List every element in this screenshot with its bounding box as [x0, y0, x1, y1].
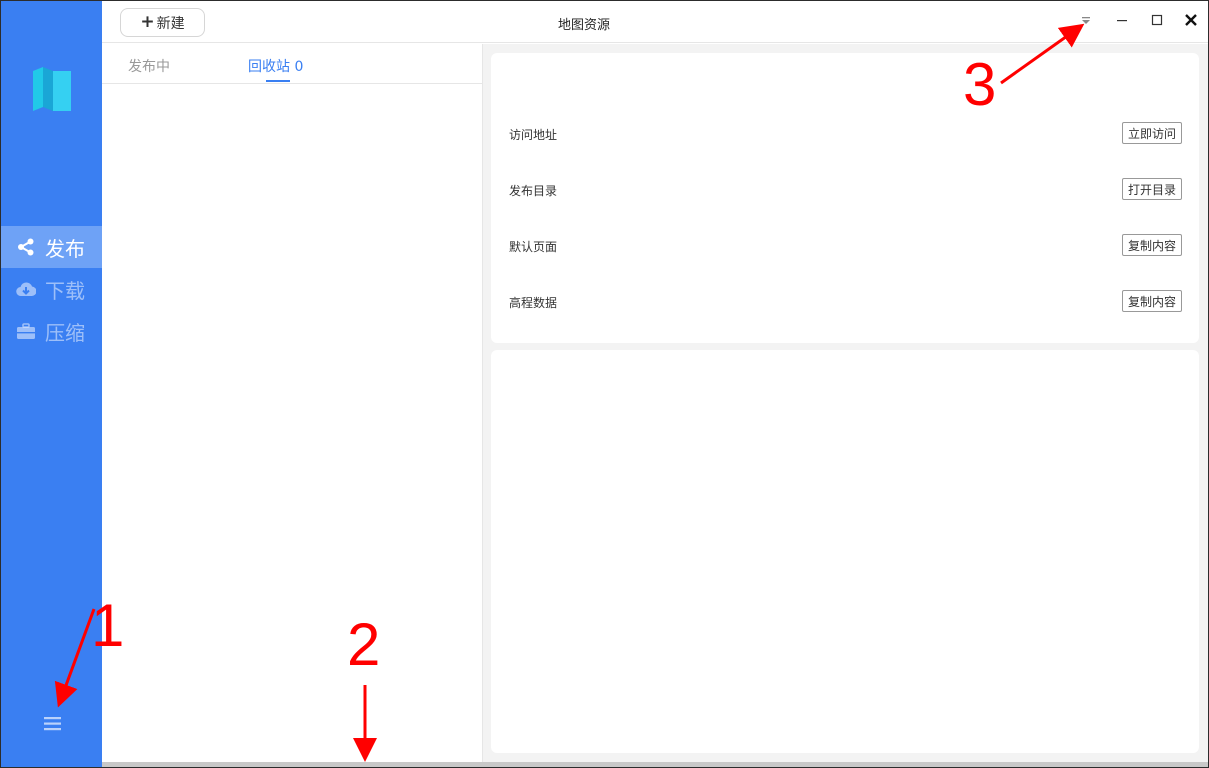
tab-active-indicator	[266, 80, 290, 82]
annotation-label: 2	[347, 611, 381, 678]
row-label: 高程数据	[509, 296, 558, 310]
cloud-download-icon	[15, 279, 37, 299]
sidebar-item-label: 发布	[45, 236, 85, 261]
info-card: 访问地址 立即访问 发布目录 打开目录 默认页面 复制内容 高程数据 复制内容	[491, 53, 1199, 343]
sidebar-item-label: 下载	[45, 278, 85, 303]
list-panel: 发布中 回收站 0	[102, 44, 483, 762]
maximize-icon[interactable]	[1147, 10, 1167, 30]
info-row: 访问地址 立即访问	[509, 122, 1182, 146]
tab-publishing[interactable]: 发布中	[128, 56, 170, 76]
app-logo	[31, 67, 73, 111]
plus-icon: +	[140, 12, 155, 32]
copy-elevation-data-button[interactable]: 复制内容	[1121, 290, 1182, 312]
tab-recycle-bin[interactable]: 回收站 0	[248, 56, 303, 76]
info-row: 默认页面 复制内容	[509, 234, 1182, 258]
minimize-icon[interactable]	[1112, 10, 1132, 30]
copy-default-page-button[interactable]: 复制内容	[1121, 234, 1182, 256]
annotation-label: 3	[963, 51, 997, 118]
sidebar-item-label: 压缩	[45, 320, 85, 345]
content-card	[491, 350, 1199, 753]
sidebar-item-download[interactable]: 下载	[1, 268, 102, 310]
sidebar-item-publish[interactable]: 发布	[1, 226, 102, 268]
visit-now-button[interactable]: 立即访问	[1121, 122, 1182, 144]
row-label: 发布目录	[509, 184, 558, 198]
row-label: 默认页面	[509, 240, 558, 254]
sidebar: 发布 下载 压缩	[1, 1, 102, 767]
bottom-scrollbar[interactable]	[102, 762, 1208, 767]
dropdown-icon[interactable]	[1076, 10, 1096, 30]
new-button[interactable]: + 新建	[120, 8, 205, 37]
info-row: 发布目录 打开目录	[509, 178, 1182, 202]
sidebar-item-compress[interactable]: 压缩	[1, 310, 102, 352]
title-bar: + 新建 地图资源	[102, 1, 1208, 43]
new-button-label: 新建	[156, 15, 185, 32]
app-window: 发布 下载 压缩 + 新建 地图资源 发布中 回收站 0 访问地址 立即访问 发…	[0, 0, 1209, 768]
open-directory-button[interactable]: 打开目录	[1121, 178, 1182, 200]
tab-bar: 发布中 回收站 0	[102, 44, 483, 84]
briefcase-icon	[15, 321, 37, 341]
hamburger-menu-icon[interactable]	[43, 715, 63, 733]
window-title: 地图资源	[558, 18, 611, 33]
close-icon[interactable]	[1181, 10, 1201, 30]
annotation-label: 1	[91, 592, 125, 659]
share-icon	[15, 237, 37, 257]
row-label: 访问地址	[509, 128, 558, 142]
info-row: 高程数据 复制内容	[509, 290, 1182, 314]
